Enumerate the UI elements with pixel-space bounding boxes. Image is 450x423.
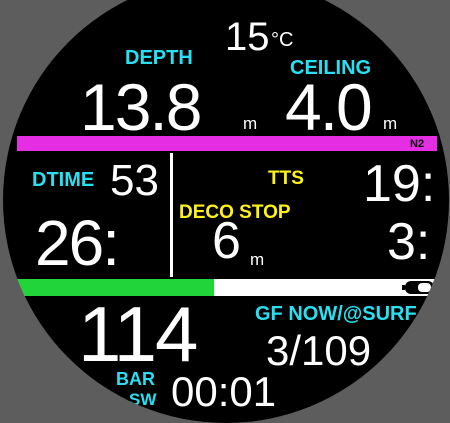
depth-value: 13.8 [80,70,202,144]
ceiling-value: 4.0 [285,70,373,144]
battery-icon [402,281,436,294]
elapsed-time: 00:01 [171,368,277,415]
tts-label: TTS [268,168,304,189]
dive-time-seconds: 26: [35,207,120,279]
dive-time-minutes: 53 [110,156,159,205]
gf-value: 3/109 [266,327,372,374]
tts-value-bottom: 3: [387,213,431,271]
temperature-value: 15 [225,15,270,59]
deco-stop-unit: m [250,250,265,269]
depth-label: DEPTH [125,47,193,69]
ceiling-unit: m [383,114,398,133]
tts-value-top: 19: [363,155,436,213]
temperature-unit: °C [271,29,294,51]
gas-bar [17,136,437,151]
gf-label: GF NOW/@SURF [255,303,417,325]
pressure-unit: BAR [116,369,155,389]
gas-label: N2 [410,138,425,150]
divider-vertical [170,153,173,277]
pressure-value: 114 [78,290,198,378]
dive-time-label: DTIME [32,169,95,191]
deco-stop-depth: 6 [212,212,241,270]
depth-unit: m [243,114,258,133]
water-mode-label: SW [129,390,157,409]
dive-computer-screen: 15 °C DEPTH 13.8 m CEILING 4.0 m N2 DTIM… [3,0,449,423]
